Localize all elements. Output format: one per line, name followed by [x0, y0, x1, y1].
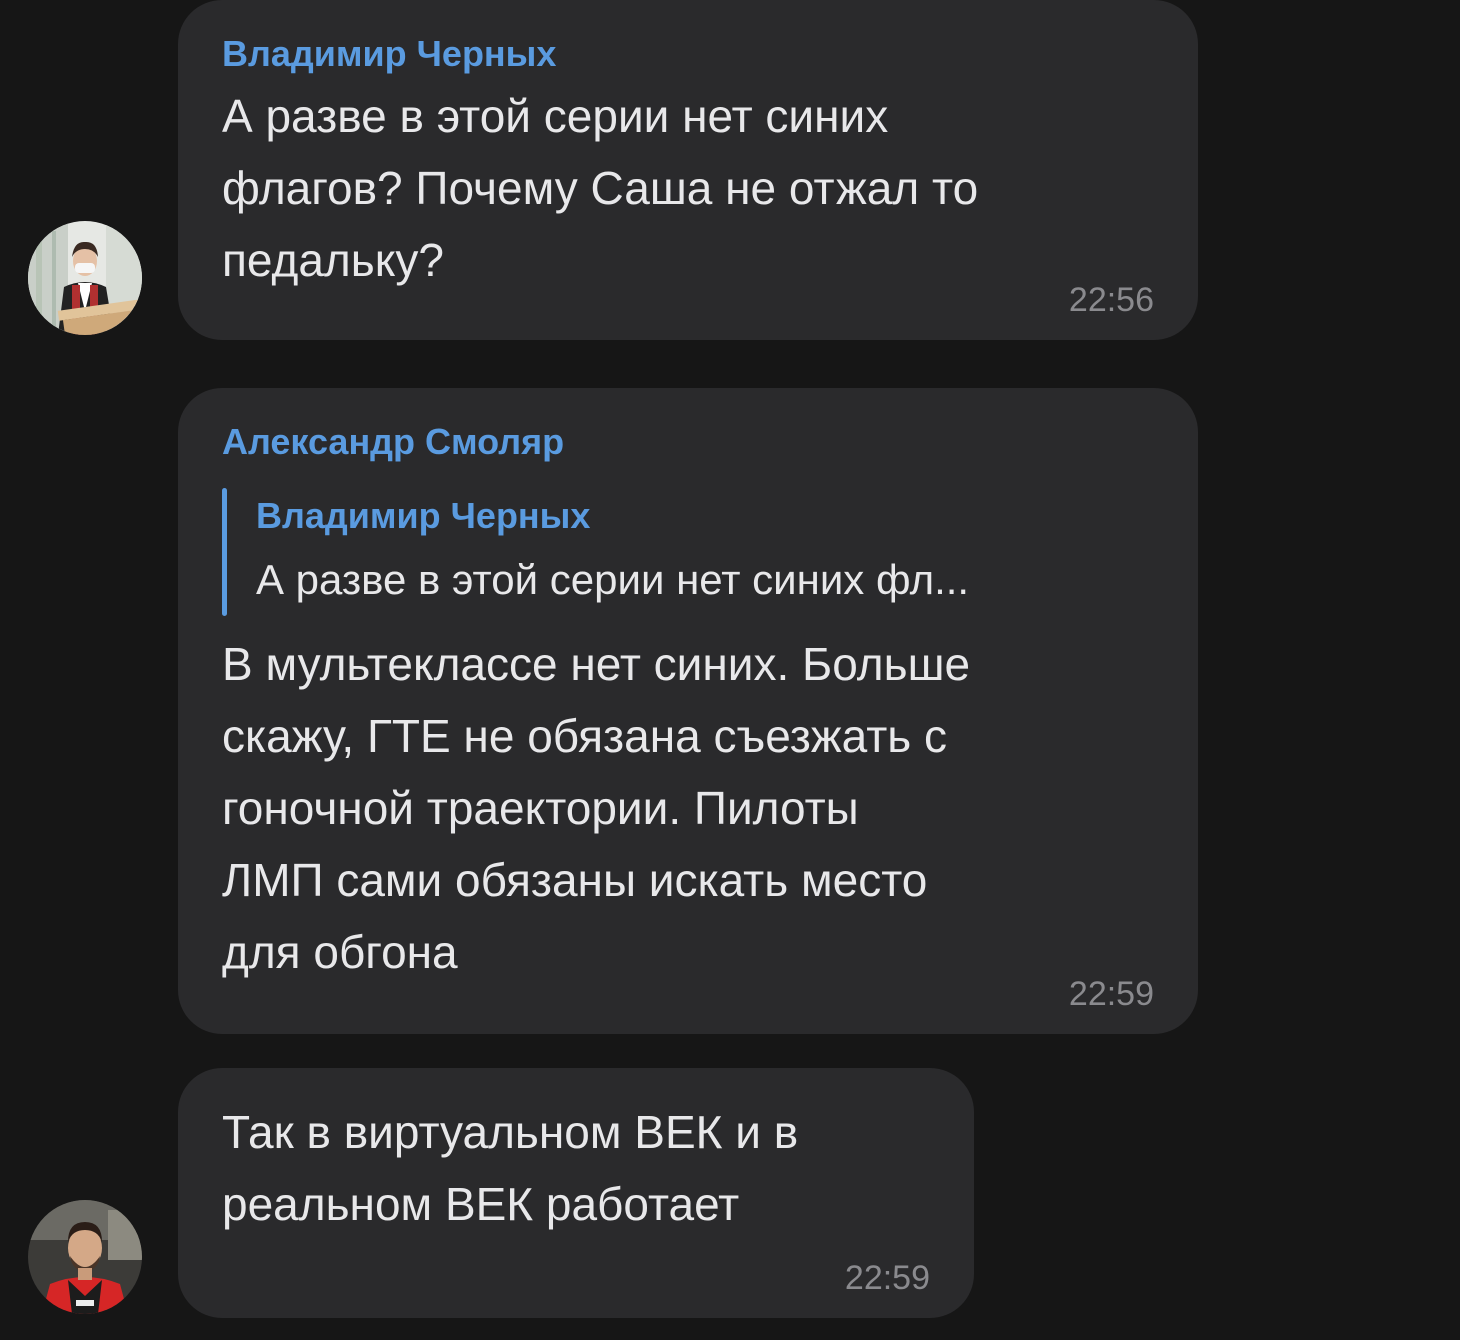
message-bubble[interactable]: Так в виртуальном ВЕК и в реальном ВЕК р…: [178, 1068, 974, 1318]
reply-bar: [222, 488, 227, 616]
message-line: реальном ВЕК работает: [222, 1178, 740, 1230]
message-line: В мультеклассе нет синих. Больше: [222, 638, 971, 690]
message-text: Так в виртуальном ВЕК и в реальном ВЕК р…: [222, 1096, 930, 1240]
message-timestamp: 22:56: [1068, 281, 1154, 319]
message-line: А разве в этой серии нет синих: [222, 90, 889, 142]
sender-avatar[interactable]: [28, 221, 142, 335]
sender-name[interactable]: Владимир Черных: [222, 30, 1154, 78]
message-timestamp: 22:59: [844, 1259, 930, 1297]
message-line: флагов? Почему Саша не отжал то: [222, 162, 979, 214]
message-line: ЛМП сами обязаны искать место: [222, 854, 928, 906]
message-timestamp: 22:59: [1068, 975, 1154, 1013]
sender-avatar[interactable]: [28, 1200, 142, 1314]
reply-text: А разве в этой серии нет синих фл...: [256, 556, 970, 603]
user-avatar-icon: [28, 221, 142, 335]
message-text: А разве в этой серии нет синих флагов? П…: [222, 80, 1154, 296]
user-avatar-icon: [28, 1200, 142, 1314]
reply-quote[interactable]: Владимир Черных А разве в этой серии нет…: [222, 488, 1154, 616]
message-line: для обгона: [222, 926, 458, 978]
message-line: скажу, ГТЕ не обязана съезжать с: [222, 710, 948, 762]
reply-sender-name: Владимир Черных: [256, 495, 591, 536]
message-line: педальку?: [222, 234, 444, 286]
message-line: гоночной траектории. Пилоты: [222, 782, 859, 834]
message-bubble[interactable]: Александр Смоляр Владимир Черных А разве…: [178, 388, 1198, 1034]
message-bubble[interactable]: Владимир Черных А разве в этой серии нет…: [178, 0, 1198, 340]
sender-name[interactable]: Александр Смоляр: [222, 418, 1154, 466]
message-text: В мультеклассе нет синих. Больше скажу, …: [222, 628, 1154, 988]
message-line: Так в виртуальном ВЕК и в: [222, 1106, 799, 1158]
